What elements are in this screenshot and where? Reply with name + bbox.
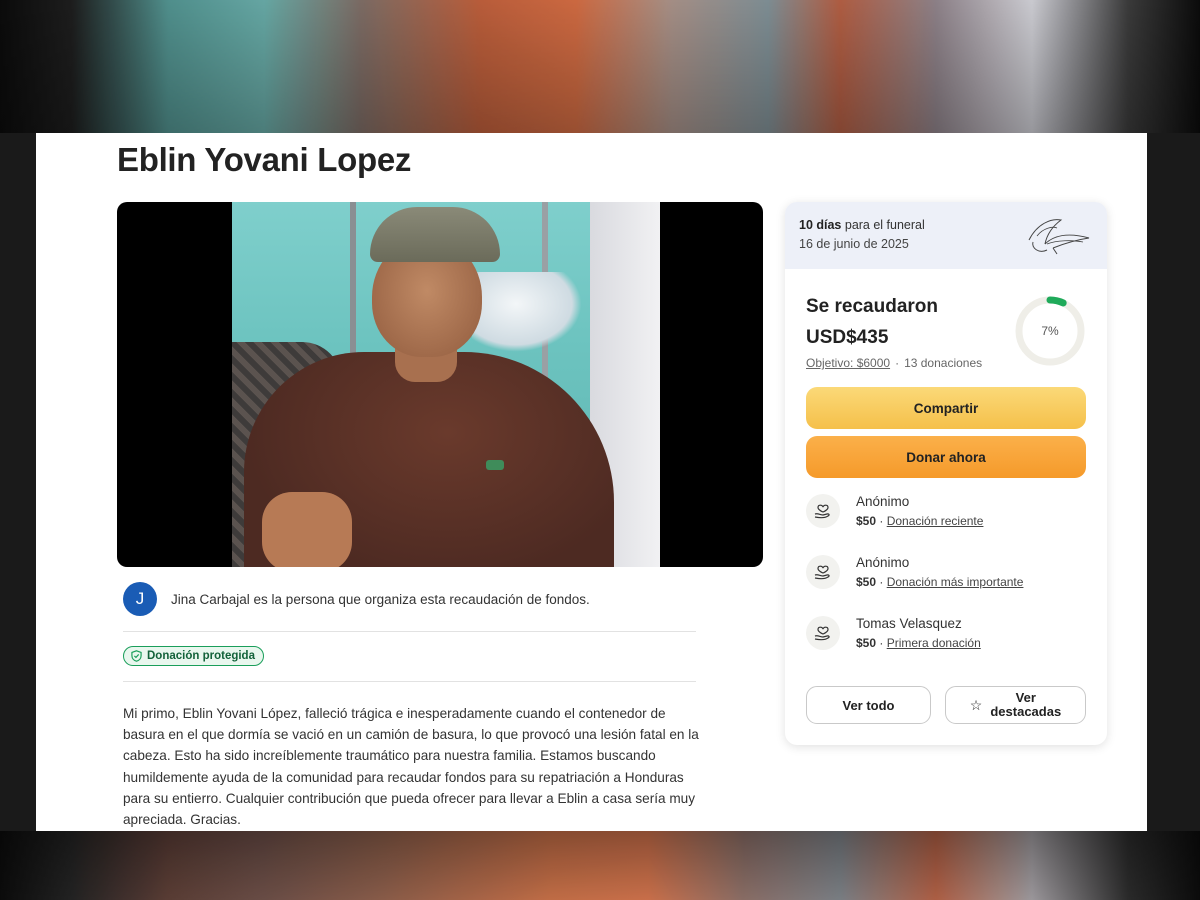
donation-count: 13 donaciones bbox=[904, 356, 983, 370]
funeral-countdown: 10 días para el funeral 16 de junio de 2… bbox=[785, 202, 1107, 269]
donor-amount: $50 bbox=[856, 575, 877, 589]
backdrop-bottom bbox=[0, 831, 1200, 900]
backdrop-top bbox=[0, 0, 1200, 133]
campaign-description: Mi primo, Eblin Yovani López, falleció t… bbox=[123, 706, 699, 828]
share-button[interactable]: Compartir bbox=[806, 387, 1086, 429]
fundraiser-page: Eblin Yovani Lopez J Jina Carbajal es la… bbox=[36, 133, 1147, 831]
donate-now-button[interactable]: Donar ahora bbox=[806, 436, 1086, 478]
protected-donation-badge[interactable]: Donación protegida bbox=[123, 646, 264, 666]
donor-name: Anónimo bbox=[856, 494, 910, 509]
progress-percent: 7% bbox=[1041, 324, 1059, 338]
see-featured-label: Ver destacadas bbox=[990, 690, 1062, 719]
hero-media[interactable] bbox=[117, 202, 763, 567]
star-icon: ☆ bbox=[969, 697, 983, 713]
see-all-button[interactable]: Ver todo bbox=[806, 686, 931, 724]
donor-tag[interactable]: Primera donación bbox=[887, 636, 981, 650]
donor-amount: $50 bbox=[856, 636, 877, 650]
shield-icon bbox=[131, 650, 142, 662]
goal-line: Objetivo: $6000 · 13 donaciones bbox=[806, 356, 983, 370]
protected-donation-label: Donación protegida bbox=[147, 650, 255, 662]
divider bbox=[123, 681, 696, 682]
organizer-text: Jina Carbajal es la persona que organiza… bbox=[171, 591, 590, 607]
see-featured-button[interactable]: ☆ Ver destacadas bbox=[945, 686, 1086, 724]
donor-tag[interactable]: Donación más importante bbox=[887, 575, 1024, 589]
donor-name: Anónimo bbox=[856, 555, 910, 570]
donor-item: Anónimo $50 · Donación más importante bbox=[806, 555, 1023, 589]
campaign-photo bbox=[232, 202, 660, 567]
raised-amount: USD$435 bbox=[806, 327, 889, 348]
page-title: Eblin Yovani Lopez bbox=[117, 141, 412, 178]
organizer-row: J Jina Carbajal es la persona que organi… bbox=[123, 582, 590, 616]
goal-link[interactable]: Objetivo: $6000 bbox=[806, 356, 890, 370]
donor-name: Tomas Velasquez bbox=[856, 616, 962, 631]
donor-tag[interactable]: Donación reciente bbox=[887, 514, 984, 528]
donor-meta: $50 · Primera donación bbox=[856, 636, 981, 650]
heart-hand-icon bbox=[806, 555, 840, 589]
lily-flower-icon bbox=[1028, 219, 1090, 255]
raised-label: Se recaudaron bbox=[806, 296, 938, 317]
days-count: 10 días bbox=[799, 218, 842, 232]
donor-amount: $50 bbox=[856, 514, 877, 528]
avatar[interactable]: J bbox=[123, 582, 157, 616]
donor-item: Anónimo $50 · Donación reciente bbox=[806, 494, 983, 528]
donation-card: 10 días para el funeral 16 de junio de 2… bbox=[785, 202, 1107, 745]
days-suffix: para el funeral bbox=[841, 218, 925, 232]
heart-hand-icon bbox=[806, 616, 840, 650]
donor-meta: $50 · Donación reciente bbox=[856, 514, 984, 528]
heart-hand-icon bbox=[806, 494, 840, 528]
divider bbox=[123, 631, 696, 632]
donor-meta: $50 · Donación más importante bbox=[856, 575, 1024, 589]
donor-item: Tomas Velasquez $50 · Primera donación bbox=[806, 616, 981, 650]
